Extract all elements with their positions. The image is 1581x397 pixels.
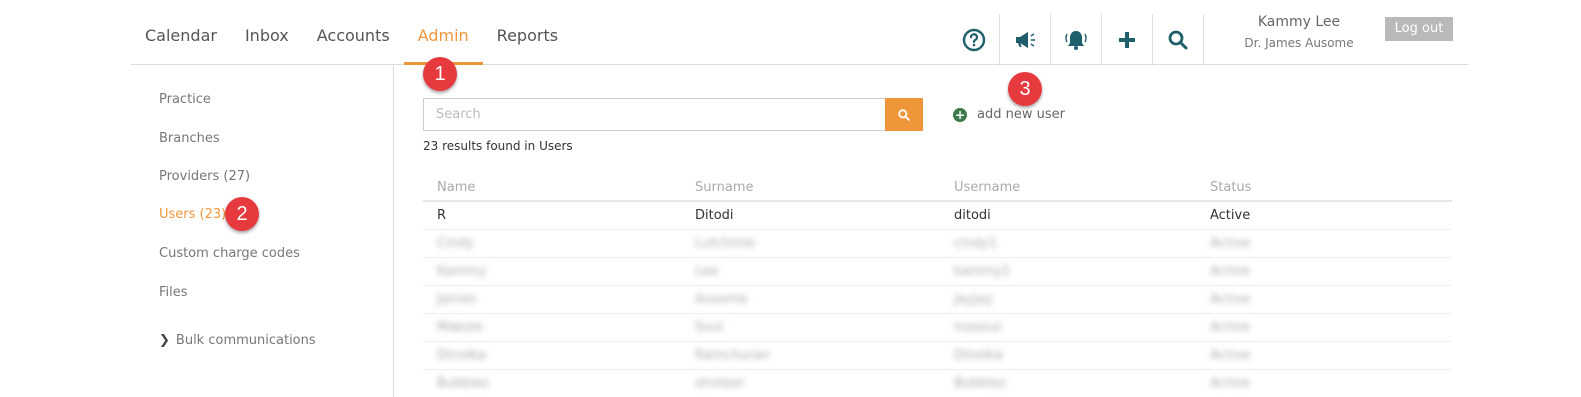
- table-row[interactable]: Cindy Lutchmie cindy1 Active: [423, 230, 1452, 258]
- provider-name: Dr. James Ausome: [1244, 36, 1354, 50]
- tab-reports[interactable]: Reports: [483, 0, 572, 65]
- admin-sidebar: Practice Branches Providers (27) Users (…: [0, 65, 394, 397]
- tab-calendar[interactable]: Calendar: [131, 0, 231, 65]
- cell-username: Bubblez: [954, 376, 1007, 391]
- logout-button[interactable]: Log out: [1385, 17, 1453, 41]
- cell-status: Active: [1210, 236, 1251, 251]
- tab-inbox[interactable]: Inbox: [231, 0, 303, 65]
- table-row[interactable]: R Ditodi ditodi Active: [423, 202, 1452, 230]
- user-info[interactable]: Kammy Lee Dr. James Ausome: [1239, 12, 1359, 54]
- cell-status: Active: [1210, 376, 1251, 391]
- user-name: Kammy Lee: [1257, 14, 1341, 30]
- step-badge-1: 1: [423, 57, 457, 91]
- users-table: Name Surname Username Status R Ditodi di…: [423, 172, 1452, 397]
- cell-status: Active: [1210, 208, 1251, 223]
- tab-admin[interactable]: Admin: [403, 0, 483, 65]
- cell-status: Active: [1210, 264, 1251, 279]
- help-button[interactable]: [949, 14, 1000, 66]
- help-icon: [962, 28, 986, 52]
- table-row[interactable]: Bubblez ohsteer Bubblez Active: [423, 370, 1452, 397]
- notifications-button[interactable]: [1051, 14, 1102, 66]
- table-row[interactable]: Makole Soul masoul Active: [423, 314, 1452, 342]
- cell-username: Dinolka: [954, 348, 1003, 363]
- global-search-button[interactable]: [1153, 14, 1204, 66]
- cell-surname: Ausome: [695, 292, 748, 307]
- cell-username: kammy1: [954, 264, 1011, 279]
- column-header-surname[interactable]: Surname: [695, 180, 753, 195]
- step-badge-2: 2: [225, 197, 259, 231]
- cell-username: Jayjay: [954, 292, 993, 307]
- sidebar-item-custom-charge-codes[interactable]: Custom charge codes: [159, 246, 300, 261]
- cell-surname: Soul: [695, 320, 724, 335]
- search-icon: [898, 108, 910, 121]
- cell-status: Active: [1210, 320, 1251, 335]
- table-row[interactable]: Dinolka Ramchuran Dinolka Active: [423, 342, 1452, 370]
- cell-name: Makole: [437, 320, 483, 335]
- search-input[interactable]: [423, 98, 885, 131]
- plus-icon: [1119, 32, 1135, 48]
- cell-name: Bubblez: [437, 376, 490, 391]
- column-header-name[interactable]: Name: [437, 180, 475, 195]
- cell-surname: Lee: [695, 264, 719, 279]
- cell-name: Kammy: [437, 264, 487, 279]
- top-navigation: Calendar Inbox Accounts Admin Reports Ka…: [131, 0, 1468, 66]
- nav-tabs: Calendar Inbox Accounts Admin Reports: [131, 0, 572, 65]
- cell-name: R: [437, 208, 447, 223]
- cell-surname: Ditodi: [695, 208, 734, 223]
- announcements-button[interactable]: [1000, 14, 1051, 66]
- search-button[interactable]: [885, 98, 923, 131]
- table-row[interactable]: James Ausome Jayjay Active: [423, 286, 1452, 314]
- cell-username: masoul: [954, 320, 1002, 335]
- sidebar-item-users[interactable]: Users (23): [159, 207, 226, 222]
- megaphone-icon: [1016, 32, 1035, 48]
- cell-username: cindy1: [954, 236, 998, 251]
- add-button[interactable]: [1102, 14, 1153, 66]
- cell-surname: Ramchuran: [695, 348, 770, 363]
- cell-surname: Lutchmie: [695, 236, 756, 251]
- sidebar-item-branches[interactable]: Branches: [159, 131, 220, 146]
- cell-username: ditodi: [954, 208, 991, 223]
- table-header: Name Surname Username Status: [423, 172, 1452, 202]
- sidebar-item-files[interactable]: Files: [159, 285, 188, 300]
- sidebar-item-bulk-communications[interactable]: ❯ Bulk communications: [159, 333, 316, 348]
- cell-status: Active: [1210, 348, 1251, 363]
- column-header-status[interactable]: Status: [1210, 180, 1251, 195]
- cell-name: James: [437, 292, 477, 307]
- cell-name: Cindy: [437, 236, 474, 251]
- cell-status: Active: [1210, 292, 1251, 307]
- table-row[interactable]: Kammy Lee kammy1 Active: [423, 258, 1452, 286]
- add-new-user-label: add new user: [977, 107, 1065, 122]
- cell-name: Dinolka: [437, 348, 486, 363]
- chevron-right-icon: ❯: [159, 333, 170, 348]
- sidebar-item-label: Bulk communications: [175, 333, 316, 348]
- results-count: 23 results found in Users: [423, 139, 573, 153]
- bell-icon: [1065, 31, 1087, 50]
- sidebar-item-providers[interactable]: Providers (27): [159, 169, 250, 184]
- column-header-username[interactable]: Username: [954, 180, 1020, 195]
- add-new-user-link[interactable]: + add new user: [953, 107, 1065, 122]
- sidebar-item-practice[interactable]: Practice: [159, 92, 211, 107]
- toolbar-icons: [949, 14, 1204, 66]
- add-circle-icon: +: [953, 107, 967, 122]
- tab-accounts[interactable]: Accounts: [303, 0, 404, 65]
- search-icon: [1168, 30, 1188, 50]
- step-badge-3: 3: [1008, 72, 1042, 106]
- cell-surname: ohsteer: [695, 376, 745, 391]
